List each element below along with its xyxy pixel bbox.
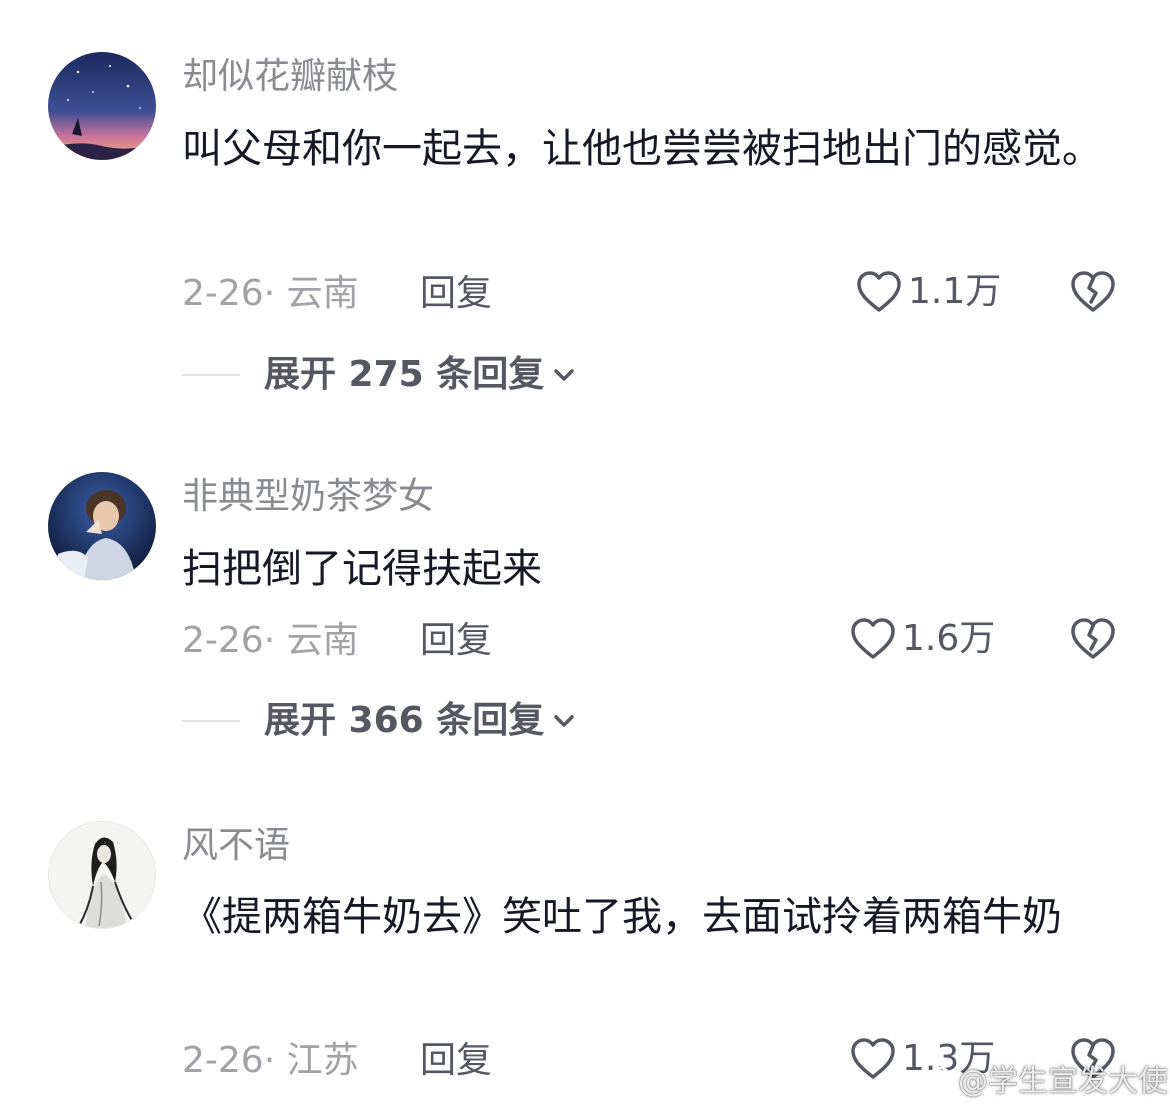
expand-replies[interactable]: 展开 366 条回复	[182, 699, 576, 743]
expand-replies[interactable]: 展开 275 条回复	[182, 353, 576, 397]
like-count: 1.1万	[908, 271, 1002, 312]
like-count: 1.6万	[902, 618, 996, 659]
comment-meta: 2-26· 云南	[182, 620, 359, 661]
heart-icon	[851, 618, 895, 659]
user-avatar[interactable]	[48, 52, 156, 160]
reply-button[interactable]: 回复	[420, 1039, 492, 1083]
dislike-button[interactable]	[1070, 617, 1116, 661]
divider-line	[182, 720, 240, 722]
username[interactable]: 却似花瓣献枝	[182, 55, 398, 99]
expand-replies-label: 展开 275 条回复	[264, 354, 545, 395]
user-avatar[interactable]	[48, 821, 156, 929]
dislike-button[interactable]	[1070, 270, 1116, 314]
comment-text: 叫父母和你一起去，让他也尝尝被扫地出门的感觉。	[182, 126, 1102, 172]
heart-icon	[851, 1038, 895, 1079]
watermark: @学生宣发大使	[912, 1056, 1168, 1100]
reply-button[interactable]: 回复	[420, 272, 492, 316]
comment-text: 扫把倒了记得扶起来	[182, 546, 542, 592]
watermark-text: @学生宣发大使	[958, 1064, 1168, 1099]
comment-meta: 2-26· 江苏	[182, 1040, 359, 1081]
comment-text: 《提两箱牛奶去》笑吐了我，去面试拎着两箱牛奶	[182, 894, 1062, 940]
like-button[interactable]: 1.1万	[856, 270, 1001, 314]
ink-figure-avatar	[49, 822, 155, 928]
chevron-down-icon	[554, 715, 574, 727]
like-button[interactable]: 1.6万	[850, 617, 995, 661]
expand-replies-label: 展开 366 条回复	[264, 700, 545, 741]
heart-icon	[857, 271, 901, 312]
comment-meta: 2-26· 云南	[182, 273, 359, 314]
user-avatar[interactable]	[48, 472, 156, 580]
chevron-down-icon	[554, 369, 574, 381]
weibo-logo-icon	[913, 1066, 950, 1093]
reply-button[interactable]: 回复	[420, 619, 492, 663]
night-sky-avatar	[48, 52, 156, 160]
username[interactable]: 风不语	[182, 824, 290, 868]
broken-heart-icon	[1071, 618, 1115, 659]
broken-heart-icon	[1071, 271, 1115, 312]
username[interactable]: 非典型奶茶梦女	[182, 475, 434, 519]
performer-avatar	[48, 472, 156, 580]
divider-line	[182, 374, 240, 376]
